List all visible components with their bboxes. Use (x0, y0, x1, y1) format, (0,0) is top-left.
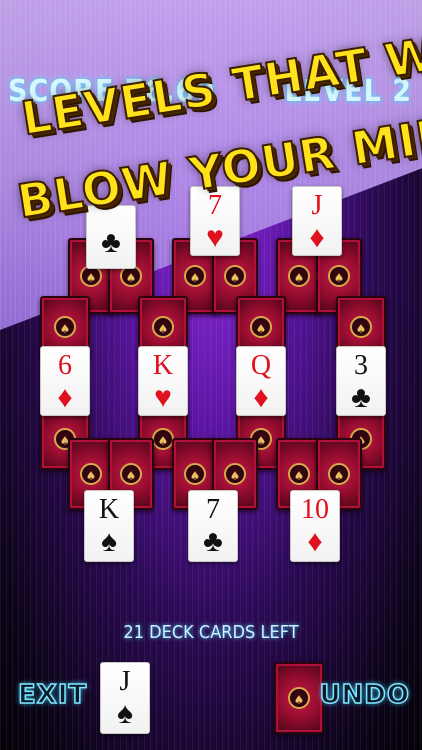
card-6-diamonds[interactable]: 6 ♦ (40, 346, 90, 416)
exit-button[interactable]: EXIT (17, 679, 87, 711)
card-3-clubs[interactable]: 3 ♣ (336, 346, 386, 416)
draw-pile[interactable] (274, 662, 324, 734)
diamonds-suit-icon: ♦ (253, 381, 269, 414)
card-k-hearts[interactable]: K ♥ (138, 346, 188, 416)
card-q-diamonds[interactable]: Q ♦ (236, 346, 286, 416)
undo-button[interactable]: UNDO (319, 679, 410, 711)
card-10-diamonds[interactable]: 10 ♦ (290, 490, 340, 562)
card-rank: 10 (301, 494, 329, 525)
card-rank: 7 (206, 494, 220, 525)
card-rank: 3 (354, 350, 368, 381)
deck-cards-left: 21 DECK CARDS LEFT (123, 622, 299, 643)
clubs-suit-icon: ♣ (351, 381, 371, 414)
card-7-clubs[interactable]: 7 ♣ (188, 490, 238, 562)
card-rank: 6 (58, 350, 72, 381)
diamonds-suit-icon: ♦ (307, 525, 323, 558)
card-rank: K (152, 350, 174, 381)
waste-card-j-spades[interactable]: J ♠ (100, 662, 150, 734)
card-k-spades[interactable]: K ♠ (84, 490, 134, 562)
spades-suit-icon: ♠ (101, 525, 117, 558)
promo-banner: LEVELS THAT WILL BLOW YOUR MIND! (0, 0, 422, 260)
card-rank: K (98, 494, 120, 525)
clubs-suit-icon: ♣ (203, 525, 223, 558)
diamonds-suit-icon: ♦ (57, 381, 73, 414)
spades-suit-icon: ♠ (117, 697, 133, 730)
card-rank: Q (250, 350, 272, 381)
card-rank: J (119, 666, 131, 697)
hearts-suit-icon: ♥ (154, 381, 172, 414)
